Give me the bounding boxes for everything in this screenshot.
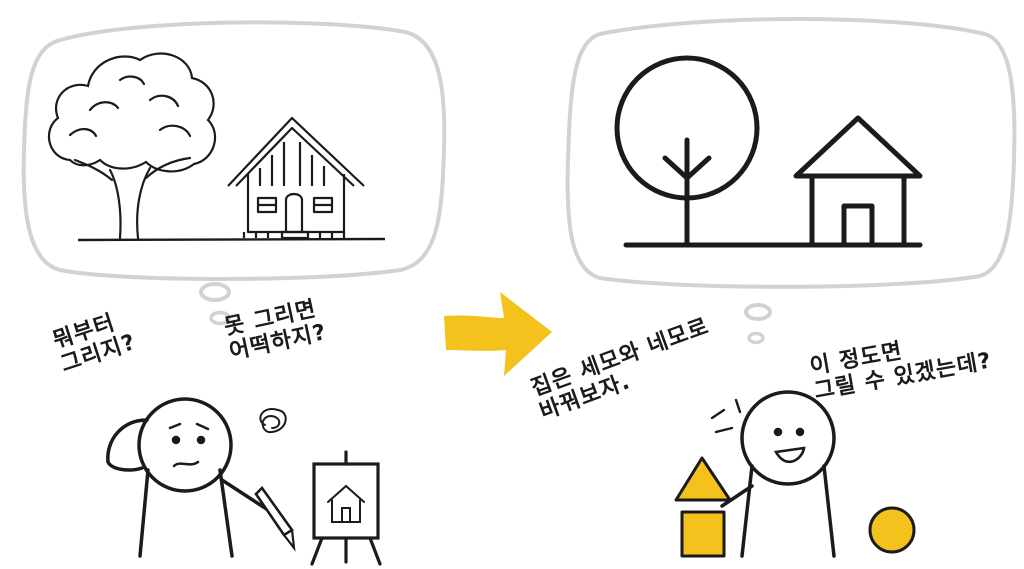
square-block bbox=[680, 510, 726, 558]
easel-with-canvas bbox=[310, 450, 382, 566]
triangle-block bbox=[674, 456, 732, 502]
right-arrow-icon bbox=[444, 292, 552, 376]
circle-block bbox=[868, 506, 916, 554]
right-thought-bubble bbox=[565, 17, 1017, 345]
happy-stick-figure bbox=[710, 390, 836, 558]
illustration bbox=[21, 17, 1017, 566]
worried-stick-figure bbox=[106, 397, 296, 558]
left-thought-bubble bbox=[21, 20, 447, 326]
left-ground-line bbox=[77, 237, 386, 242]
